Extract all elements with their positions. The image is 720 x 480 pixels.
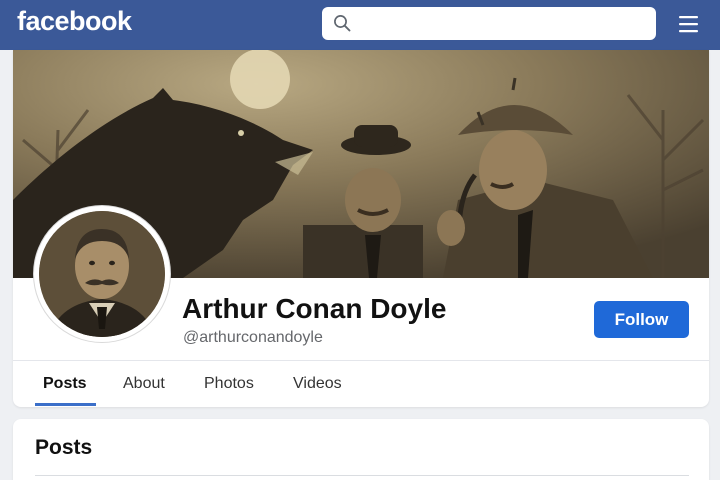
- profile-name: Arthur Conan Doyle: [182, 293, 447, 324]
- follow-button[interactable]: Follow: [594, 301, 689, 338]
- tab-videos[interactable]: Videos: [293, 361, 342, 407]
- tab-photos[interactable]: Photos: [204, 361, 254, 407]
- tab-about[interactable]: About: [123, 361, 165, 407]
- profile-handle: @arthurconandoyle: [183, 329, 323, 346]
- search-box[interactable]: [322, 7, 656, 40]
- top-navigation-bar: facebook: [0, 0, 720, 50]
- profile-avatar[interactable]: [34, 206, 170, 342]
- posts-section: Posts: [13, 419, 709, 480]
- tab-posts[interactable]: Posts: [43, 361, 87, 407]
- active-tab-indicator: [35, 403, 96, 406]
- facebook-logo[interactable]: facebook: [17, 6, 132, 37]
- posts-section-divider: [35, 475, 689, 476]
- profile-card: Arthur Conan Doyle @arthurconandoyle Fol…: [13, 50, 709, 407]
- profile-tabs: Posts About Photos Videos: [13, 361, 709, 407]
- search-input[interactable]: [360, 11, 648, 36]
- hamburger-menu-icon[interactable]: [678, 14, 700, 39]
- search-icon: [333, 14, 352, 38]
- posts-section-title: Posts: [35, 436, 93, 459]
